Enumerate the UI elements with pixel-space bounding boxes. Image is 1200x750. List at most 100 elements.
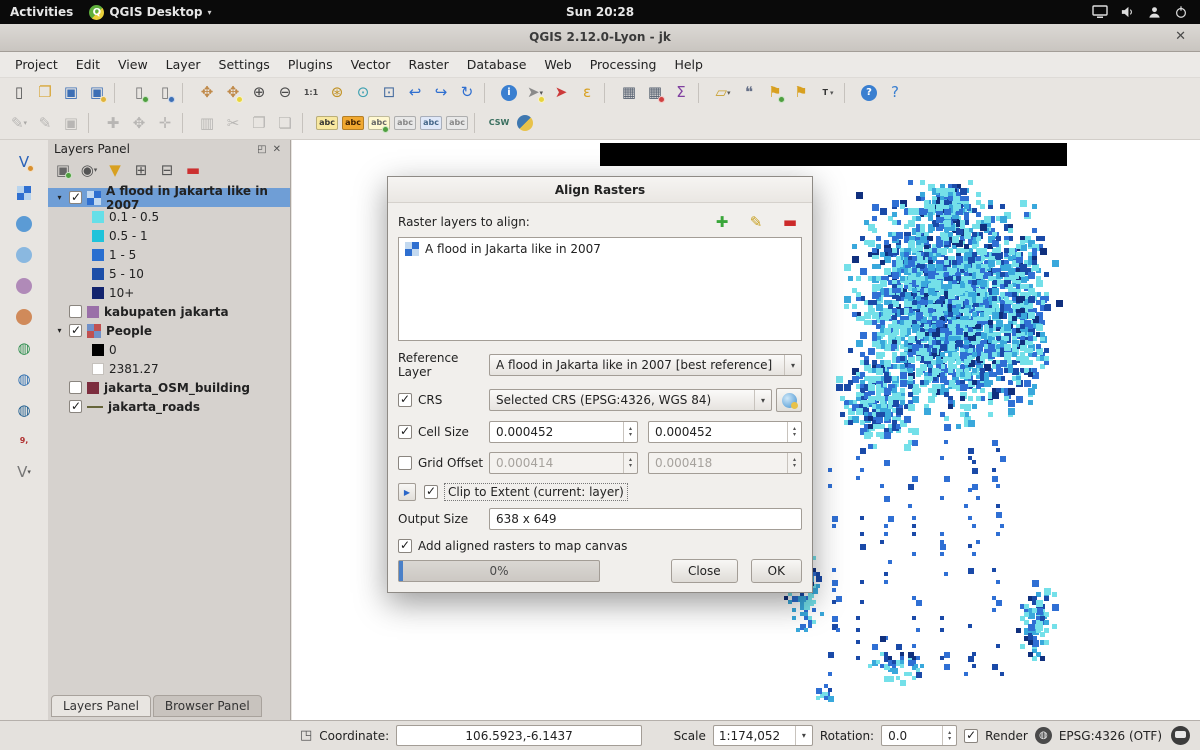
raster-layers-list[interactable]: A flood in Jakarta like in 2007	[398, 237, 802, 341]
tool-label-pin-unpin[interactable]: abc	[340, 111, 366, 135]
legend-item-10[interactable]: 10+	[48, 283, 290, 302]
tool-add-vector-layer[interactable]: V	[11, 150, 37, 174]
messages-icon[interactable]	[1171, 726, 1190, 745]
clip-to-extent-checkbox[interactable]	[424, 485, 438, 499]
tool-text-annotation[interactable]: T▾	[814, 81, 840, 105]
tool-delete-selected[interactable]: ▥	[194, 111, 220, 135]
spin-buttons[interactable]: ▴▾	[623, 422, 637, 442]
layer-item-people[interactable]: ▾People	[48, 321, 290, 340]
tool-deselect-features[interactable]: ➤	[548, 81, 574, 105]
tool-measure[interactable]: ▱▾	[710, 81, 736, 105]
tool-composer-manager[interactable]: ▯	[152, 81, 178, 105]
volume-icon[interactable]	[1120, 5, 1135, 19]
legend-item-0[interactable]: 0	[48, 340, 290, 359]
tool-layer-labeling[interactable]: abc	[314, 111, 340, 135]
tool-expand-all[interactable]: ⊞	[129, 159, 153, 181]
tool-label-properties[interactable]: abc	[444, 111, 470, 135]
menu-view[interactable]: View	[109, 53, 157, 76]
add-to-canvas-checkbox[interactable]	[398, 539, 412, 553]
grid-offset-checkbox[interactable]	[398, 456, 412, 470]
close-button[interactable]: Close	[671, 559, 738, 583]
tool-zoom-last[interactable]: ↩	[402, 81, 428, 105]
tool-toggle-editing[interactable]: ✎	[32, 111, 58, 135]
menu-web[interactable]: Web	[535, 53, 580, 76]
grid-offset-x-spinbox[interactable]: 0.000414 ▴▾	[489, 452, 638, 474]
tool-current-edits[interactable]: ✎▾	[6, 111, 32, 135]
tool-zoom-out[interactable]: ⊖	[272, 81, 298, 105]
tool-csw-metasearch[interactable]: CSW	[486, 111, 512, 135]
legend-item-5-10[interactable]: 5 - 10	[48, 264, 290, 283]
tool-copy-features[interactable]: ❐	[246, 111, 272, 135]
menu-processing[interactable]: Processing	[581, 53, 666, 76]
tab-browser-panel[interactable]: Browser Panel	[153, 695, 262, 717]
menu-database[interactable]: Database	[458, 53, 536, 76]
spin-buttons[interactable]: ▴▾	[942, 726, 956, 745]
cell-size-y-spinbox[interactable]: 0.000452 ▴▾	[648, 421, 802, 443]
tool-show-bookmarks[interactable]: ⚑	[788, 81, 814, 105]
tool-paste-features[interactable]: ❏	[272, 111, 298, 135]
extents-icon[interactable]: ◳	[300, 728, 312, 743]
clip-to-extent-label[interactable]: Clip to Extent (current: layer)	[444, 483, 628, 501]
crs-status-text[interactable]: EPSG:4326 (OTF)	[1059, 729, 1162, 743]
menu-settings[interactable]: Settings	[210, 53, 279, 76]
tool-add-group[interactable]: ▣	[51, 159, 75, 181]
tab-layers-panel[interactable]: Layers Panel	[51, 695, 151, 717]
menu-layer[interactable]: Layer	[157, 53, 210, 76]
tool-add-postgis-layer[interactable]	[11, 212, 37, 236]
cell-size-x-spinbox[interactable]: 0.000452 ▴▾	[489, 421, 638, 443]
scale-combo[interactable]: 1:174,052 ▾	[713, 725, 813, 746]
tool-python-console[interactable]	[512, 111, 538, 135]
cell-size-checkbox[interactable]	[398, 425, 412, 439]
reference-layer-combo[interactable]: A flood in Jakarta like in 2007 [best re…	[489, 354, 802, 376]
close-window-button[interactable]: ✕	[1171, 29, 1190, 44]
float-panel-icon[interactable]: ◰	[254, 144, 269, 155]
layer-checkbox[interactable]	[69, 400, 82, 413]
close-panel-icon[interactable]: ✕	[270, 144, 284, 155]
select-crs-button[interactable]	[776, 388, 802, 412]
tool-zoom-to-layer[interactable]: ⊡	[376, 81, 402, 105]
tool-label-highlight[interactable]: abc	[366, 111, 392, 135]
tool-zoom-native[interactable]: 1:1	[298, 81, 324, 105]
raster-list-item[interactable]: A flood in Jakarta like in 2007	[399, 238, 801, 260]
app-menu-button[interactable]: Q QGIS Desktop ▾	[89, 5, 211, 20]
tool-zoom-next[interactable]: ↪	[428, 81, 454, 105]
dialog-title[interactable]: Align Rasters	[388, 177, 812, 203]
tool-pan-map[interactable]: ✥	[194, 81, 220, 105]
tool-new-bookmark[interactable]: ⚑	[762, 81, 788, 105]
layer-item-jakarta-roads[interactable]: jakarta_roads	[48, 397, 290, 416]
window-title-bar[interactable]: QGIS 2.12.0-Lyon - jk ✕	[0, 24, 1200, 52]
tool-save-layer-edits[interactable]: ▣	[58, 111, 84, 135]
layer-item-a-flood-in-jakarta-like-in-2007[interactable]: ▾A flood in Jakarta like in 2007	[48, 188, 290, 207]
tool-save-project[interactable]: ▣	[58, 81, 84, 105]
crs-status-icon[interactable]: ◍	[1035, 727, 1052, 744]
tool-zoom-full[interactable]: ⊛	[324, 81, 350, 105]
menu-vector[interactable]: Vector	[342, 53, 400, 76]
tool-manage-layer-visibility[interactable]: ◉▾	[77, 159, 101, 181]
tool-collapse-all[interactable]: ⊟	[155, 159, 179, 181]
layer-item-jakarta-osm-building[interactable]: jakarta_OSM_building	[48, 378, 290, 397]
tool-add-feature[interactable]: ✚	[100, 111, 126, 135]
layer-checkbox[interactable]	[69, 324, 82, 337]
layer-checkbox[interactable]	[69, 305, 82, 318]
tool-open-attribute-table[interactable]: ▦	[616, 81, 642, 105]
legend-item-1-5[interactable]: 1 - 5	[48, 245, 290, 264]
menu-plugins[interactable]: Plugins	[279, 53, 342, 76]
layer-item-kabupaten-jakarta[interactable]: kabupaten jakarta	[48, 302, 290, 321]
activities-button[interactable]: Activities	[10, 5, 73, 19]
tool-whats-this[interactable]: ?	[882, 81, 908, 105]
rotation-spinbox[interactable]: 0.0 ▴▾	[881, 725, 957, 746]
expander-icon[interactable]: ▾	[55, 193, 64, 202]
add-raster-button[interactable]: ✚	[710, 211, 734, 233]
tool-add-wfs-layer[interactable]: ◍	[11, 398, 37, 422]
output-size-field[interactable]: 638 x 649	[489, 508, 802, 530]
tool-filter-legend[interactable]: ▼	[103, 159, 127, 181]
expand-clip-options-button[interactable]: ▶	[398, 483, 416, 501]
tool-add-mssql-layer[interactable]	[11, 274, 37, 298]
menu-edit[interactable]: Edit	[67, 53, 109, 76]
tool-add-delimited-text-layer[interactable]: 9,	[11, 429, 37, 453]
tool-cut-features[interactable]: ✂	[220, 111, 246, 135]
tool-node-tool[interactable]: ✛	[152, 111, 178, 135]
menu-help[interactable]: Help	[665, 53, 712, 76]
tool-label-move[interactable]: abc	[392, 111, 418, 135]
tool-save-project-as[interactable]: ▣	[84, 81, 110, 105]
